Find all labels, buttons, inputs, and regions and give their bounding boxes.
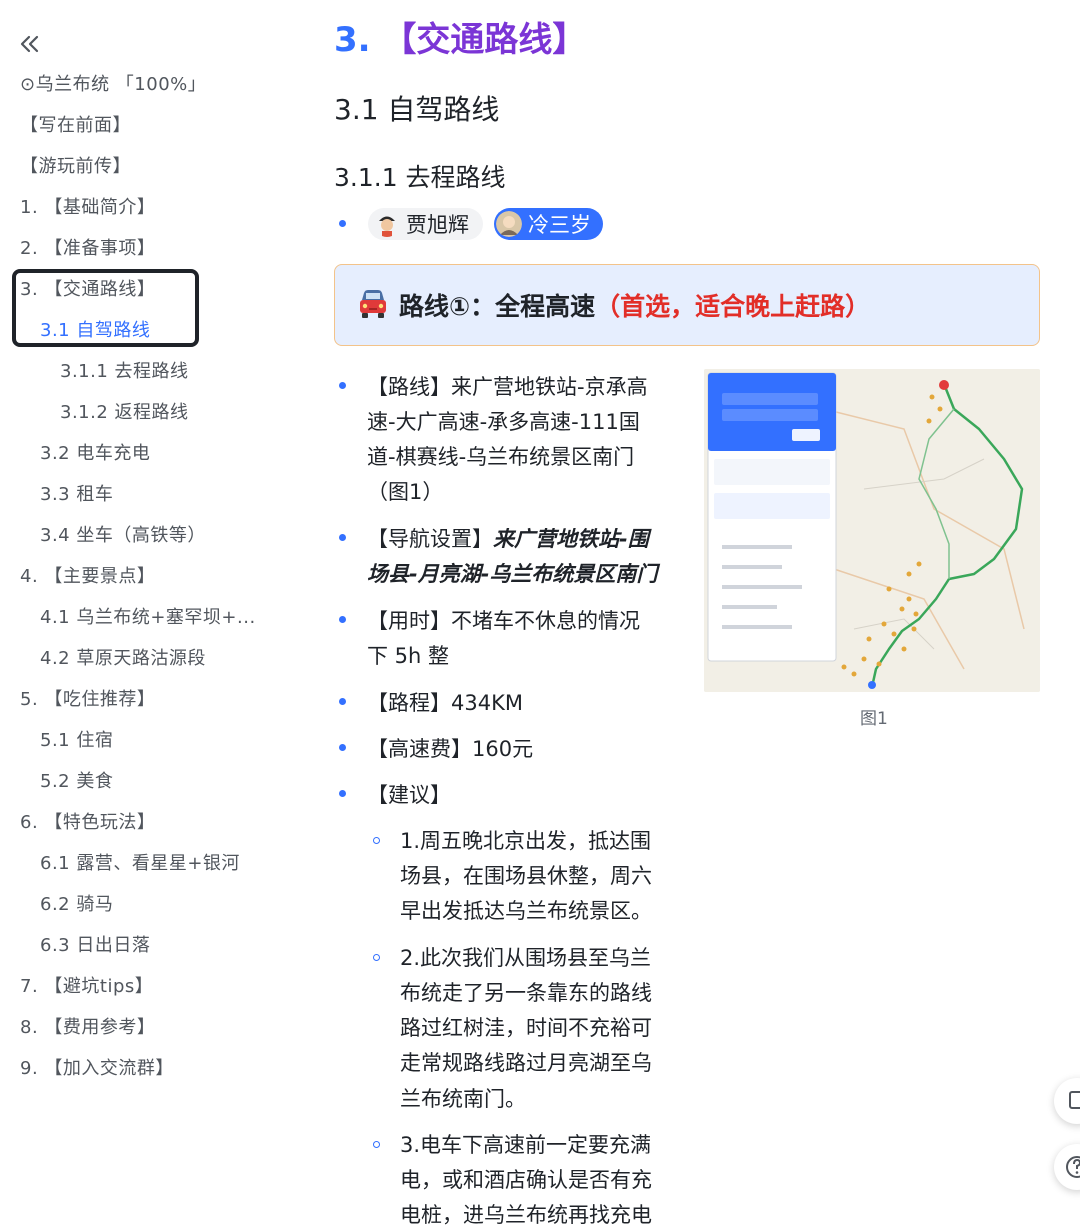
outline-sidebar: ⊙乌兰布统 「100%」 【写在前面】 【游玩前传】 1. 【基础简介】 2. 【准备事… (0, 0, 300, 1229)
advice-line: 电桩，进乌兰布统再找充电 (400, 1203, 652, 1227)
chapter-number: 3. (334, 20, 371, 60)
list-bullet (339, 790, 346, 797)
list-bullet (339, 698, 346, 705)
route-text-line: （图1） (367, 480, 444, 504)
help-icon (1066, 1156, 1080, 1178)
route-text-line: 【路线】来广营地铁站-京承高 (367, 375, 648, 399)
toc-item[interactable]: 4.2 草原天路沽源段 (40, 647, 206, 671)
list-bullet (339, 744, 346, 751)
user-mention-jiaxuhui[interactable]: 贾旭辉 (368, 208, 483, 240)
callout-title: 路线①：全程高速（首选，适合晚上赶路） (399, 287, 870, 323)
nav-setting-line: 场县-月亮湖-乌兰布统景区南门 (367, 561, 657, 587)
copy-icon (1069, 1091, 1080, 1109)
toc-item[interactable]: 1. 【基础简介】 (20, 196, 155, 220)
mention-name: 冷三岁 (528, 213, 591, 237)
figure-caption: 图1 (860, 709, 888, 729)
callout-title-main: 路线①：全程高速 (399, 292, 596, 321)
toc-item[interactable]: 【游玩前传】 (20, 155, 131, 179)
toc-item[interactable]: 【写在前面】 (20, 114, 131, 138)
advice-line: 走常规路线路过月亮湖至乌 (400, 1051, 652, 1075)
user-avatar-icon (496, 211, 522, 237)
help-button[interactable] (1054, 1144, 1080, 1190)
sub-list-bullet (373, 1141, 380, 1148)
toc-item[interactable]: 6.2 骑马 (40, 893, 113, 917)
time-text-line: 【用时】不堵车不休息的情况 (367, 609, 640, 633)
toc-item[interactable]: 5.1 住宿 (40, 729, 113, 753)
mention-name: 贾旭辉 (406, 213, 469, 237)
route-text-line: 道-棋赛线-乌兰布统景区南门 (367, 445, 635, 469)
collapse-sidebar-icon[interactable] (16, 30, 44, 58)
advice-line: 早出发抵达乌兰布统景区。 (400, 899, 652, 923)
advice-line: 路过红树洼，时间不充裕可 (400, 1016, 652, 1040)
callout-title-highlight: （首选，适合晚上赶路） (595, 292, 871, 321)
toc-item[interactable]: 3.1.2 返程路线 (60, 401, 189, 425)
toc-item[interactable]: 2. 【准备事项】 (20, 237, 155, 261)
subsection-heading: 3.1.1 去程路线 (334, 163, 506, 192)
list-bullet (339, 616, 346, 623)
toc-item[interactable]: 3.3 租车 (40, 483, 113, 507)
nav-label: 【导航设置】 (367, 527, 493, 551)
route-callout: 路线①：全程高速（首选，适合晚上赶路） (334, 264, 1040, 346)
list-bullet (339, 382, 346, 389)
toc-item[interactable]: 3.2 电车充电 (40, 442, 150, 466)
nav-route-emphasis: 场县-月亮湖-乌兰布统景区南门 (367, 562, 658, 586)
toc-item[interactable]: 3.4 坐车（高铁等） (40, 524, 206, 548)
map-illustration (704, 369, 1040, 692)
nav-setting-line: 【导航设置】来广营地铁站-围 (367, 526, 649, 552)
toc-item[interactable]: 6. 【特色玩法】 (20, 811, 155, 835)
section-heading: 3.1 自驾路线 (334, 93, 500, 126)
toc-item[interactable]: 8. 【费用参考】 (20, 1016, 155, 1040)
advice-line: 1.周五晚北京出发，抵达围 (400, 829, 652, 853)
distance-text: 【路程】434KM (367, 691, 523, 715)
toll-text: 【高速费】160元 (367, 737, 534, 761)
sub-list-bullet (373, 837, 380, 844)
advice-line: 布统走了另一条靠东的路线 (400, 981, 652, 1005)
advice-line: 2.此次我们从围场县至乌兰 (400, 946, 652, 970)
nav-route-emphasis: 来广营地铁站-围 (493, 527, 649, 551)
sub-list-bullet (373, 954, 380, 961)
toc-selection-highlight (12, 269, 199, 347)
time-text-line: 下 5h 整 (367, 644, 450, 668)
advice-line: 3.电车下高速前一定要充满 (400, 1133, 652, 1157)
advice-line: 场县，在围场县休整，周六 (400, 864, 652, 888)
advice-line: 电，或和酒店确认是否有充 (400, 1168, 652, 1192)
user-avatar-icon (374, 211, 400, 237)
toc-item[interactable]: ⊙乌兰布统 「100%」 (20, 73, 206, 97)
advice-title: 【建议】 (367, 783, 451, 807)
car-emoji-icon (360, 290, 386, 318)
toc-item[interactable]: 5. 【吃住推荐】 (20, 688, 155, 712)
toc-item[interactable]: 6.3 日出日落 (40, 934, 150, 958)
toc-item[interactable]: 3.1.1 去程路线 (60, 360, 189, 384)
route-text-line: 速-大广高速-承多高速-111国 (367, 410, 640, 434)
advice-line: 兰布统南门。 (400, 1087, 526, 1111)
list-bullet (339, 534, 346, 541)
toc-item[interactable]: 4.1 乌兰布统+塞罕坝+... (40, 606, 256, 630)
toc-item[interactable]: 4. 【主要景点】 (20, 565, 155, 589)
toc-item[interactable]: 7. 【避坑tips】 (20, 975, 153, 999)
copy-doc-button[interactable] (1054, 1078, 1080, 1124)
chapter-title: 【交通路线】 (382, 20, 587, 60)
toc-item[interactable]: 6.1 露营、看星星+银河 (40, 852, 240, 876)
chapter-heading: 3. 【交通路线】 (334, 12, 586, 61)
user-mention-lengsansui[interactable]: 冷三岁 (494, 208, 603, 240)
list-bullet (339, 220, 346, 227)
toc-item[interactable]: 9. 【加入交流群】 (20, 1057, 174, 1081)
route-map-image[interactable] (704, 369, 1040, 692)
toc-item[interactable]: 5.2 美食 (40, 770, 113, 794)
